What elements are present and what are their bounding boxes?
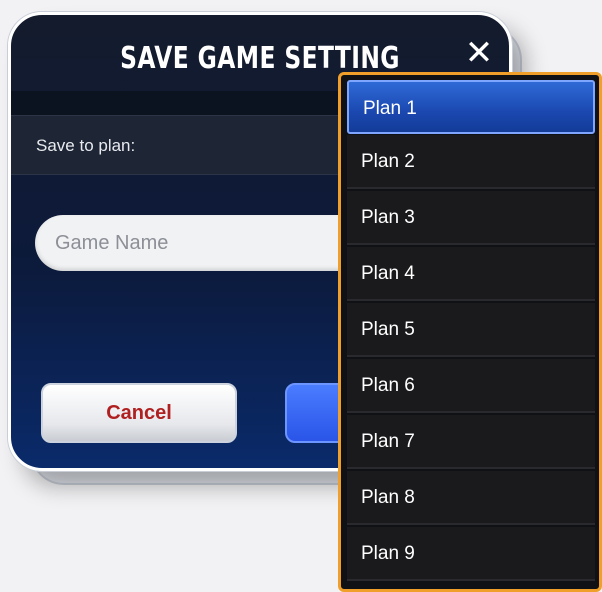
dialog-title: SAVE GAME SETTING (120, 41, 400, 76)
plan-option-label: Plan 8 (361, 487, 415, 508)
plan-option-label: Plan 3 (361, 207, 415, 228)
plan-option-label: Plan 6 (361, 375, 415, 396)
plan-option-4[interactable]: Plan 4 (347, 247, 595, 301)
plan-option-9[interactable]: Plan 9 (347, 527, 595, 581)
save-to-plan-label: Save to plan: (36, 136, 136, 155)
plan-option-label: Plan 4 (361, 263, 415, 284)
plan-option-2[interactable]: Plan 2 (347, 135, 595, 189)
plan-option-3[interactable]: Plan 3 (347, 191, 595, 245)
plan-option-7[interactable]: Plan 7 (347, 415, 595, 469)
plan-option-6[interactable]: Plan 6 (347, 359, 595, 413)
plan-option-label: Plan 1 (363, 98, 417, 119)
plan-option-label: Plan 9 (361, 543, 415, 564)
plan-option-label: Plan 2 (361, 151, 415, 172)
close-icon[interactable]: ✕ (459, 33, 499, 73)
cancel-button[interactable]: Cancel (41, 383, 237, 443)
plan-option-label: Plan 5 (361, 319, 415, 340)
plan-option-1[interactable]: Plan 1 (347, 80, 595, 134)
plan-option-5[interactable]: Plan 5 (347, 303, 595, 357)
plan-option-8[interactable]: Plan 8 (347, 471, 595, 525)
plan-option-label: Plan 7 (361, 431, 415, 452)
plan-dropdown-list: Plan 1 Plan 2 Plan 3 Plan 4 Plan 5 Plan … (338, 72, 602, 592)
